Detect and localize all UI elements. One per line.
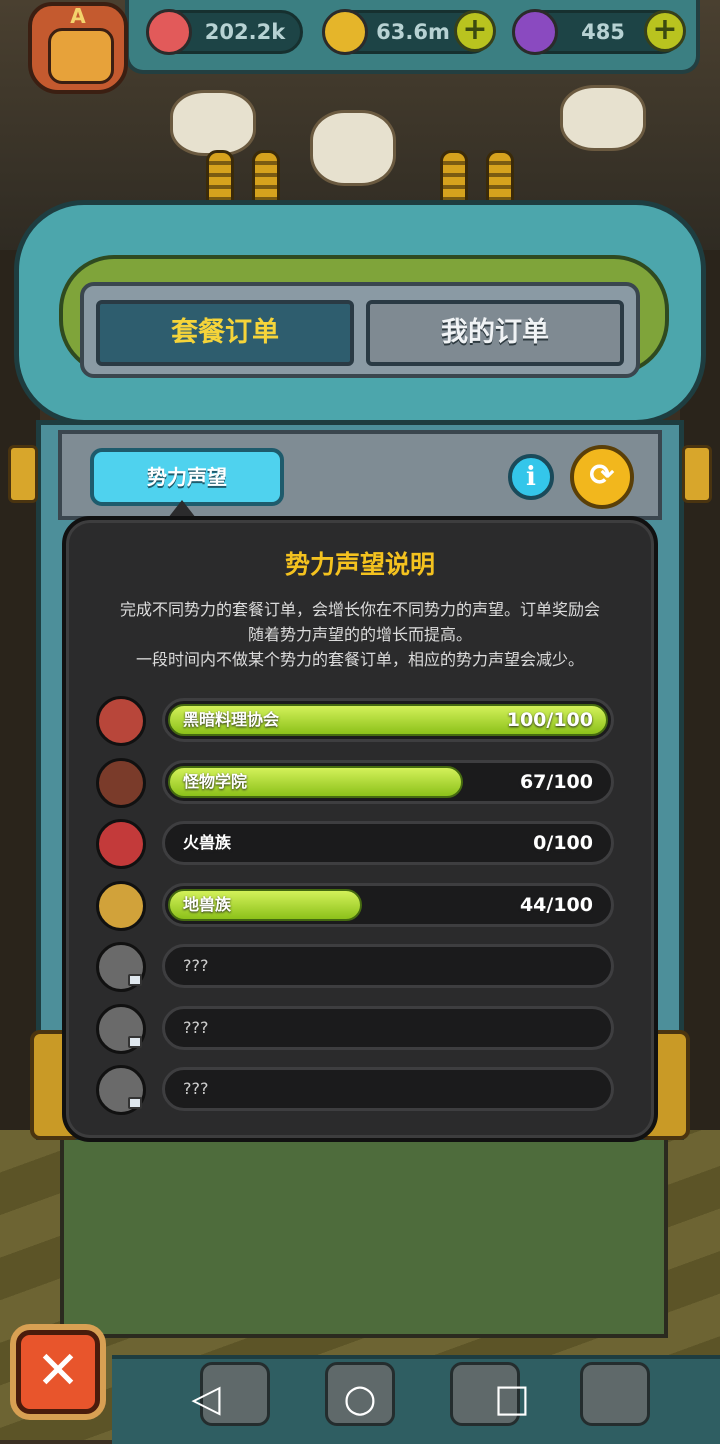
nav-home-icon[interactable]: ○: [332, 1370, 388, 1426]
reputation-bar: 地兽族 44/100: [162, 882, 614, 927]
reputation-bar: 怪物学院 67/100: [162, 759, 614, 804]
add-coin-button[interactable]: +: [454, 10, 496, 52]
panel-clip-left: [8, 445, 38, 503]
faction-name: 怪物学院: [183, 771, 248, 791]
reputation-bar: 黑暗料理协会 100/100: [162, 698, 614, 742]
faction-row: 地兽族 44/100: [96, 880, 620, 931]
reputation-bar: 火兽族 0/100: [162, 821, 614, 865]
tab-my-orders[interactable]: 我的订单: [366, 300, 624, 366]
reputation-tab[interactable]: 势力声望: [90, 448, 284, 506]
close-button[interactable]: ✕: [16, 1330, 100, 1414]
faction-name: 火兽族: [183, 833, 232, 852]
popup-description-line: 一段时间内不做某个势力的套餐订单，相应的势力声望会减少。: [135, 650, 584, 669]
refresh-button[interactable]: ⟳: [570, 445, 634, 509]
reputation-value: 0/100: [533, 832, 593, 854]
reputation-value: 44/100: [519, 893, 593, 916]
eye-currency: 202.2k: [146, 9, 303, 55]
reputation-bar: ???: [162, 944, 614, 988]
reputation-value: 100/100: [506, 709, 593, 731]
info-button[interactable]: i: [508, 454, 554, 500]
popup-description-line: 完成不同势力的套餐订单，会增长你在不同势力的声望。订单奖励会: [119, 600, 600, 619]
eyeball-icon: [146, 9, 192, 55]
eye-currency-value: 202.2k: [204, 20, 286, 44]
faction-name: ???: [183, 956, 209, 975]
add-potion-button[interactable]: +: [644, 10, 686, 52]
potion-icon: [512, 9, 558, 55]
faction-emblem-icon: [96, 880, 146, 931]
tab-set-orders[interactable]: 套餐订单: [96, 300, 354, 366]
reputation-value: 67/100: [519, 770, 593, 793]
faction-emblem-icon: [96, 696, 146, 746]
faction-emblem-icon: [96, 819, 146, 869]
popup-description-line: 随着势力声望的的增长而提高。: [247, 625, 472, 644]
potion-currency: 485 +: [512, 9, 686, 55]
popup-title: 势力声望说明: [284, 550, 435, 579]
reputation-bar: ???: [162, 1005, 614, 1050]
shop-sign-decoration: [560, 85, 646, 151]
coin-currency-value: 63.6m: [376, 20, 450, 44]
currency-bar: 202.2k 63.6m + 485 +: [125, 0, 700, 74]
background-wall: [60, 1130, 668, 1338]
shop-sign-decoration: [310, 110, 396, 186]
faction-row-locked: ???: [96, 1003, 620, 1054]
avatar-rank-letter: A: [70, 4, 86, 28]
coin-currency: 63.6m +: [322, 9, 496, 55]
faction-name: 黑暗料理协会: [183, 710, 280, 729]
player-avatar[interactable]: A: [28, 2, 128, 94]
shop-sign-decoration: [170, 90, 256, 156]
lock-icon: [128, 974, 142, 986]
faction-row: 火兽族 0/100: [96, 819, 620, 869]
coin-icon: [322, 9, 368, 55]
panel-clip-right: [682, 445, 712, 503]
nav-back-icon[interactable]: ◁: [178, 1370, 234, 1426]
faction-row-locked: ???: [96, 942, 620, 992]
faction-row-locked: ???: [96, 1065, 620, 1115]
faction-emblem-icon: [96, 757, 146, 808]
nav-recent-icon[interactable]: □: [484, 1370, 540, 1426]
lock-icon: [128, 1097, 142, 1109]
monster-face-icon: [48, 28, 114, 84]
potion-currency-value: 485: [581, 20, 625, 44]
faction-row: 黑暗料理协会 100/100: [96, 696, 620, 746]
faction-row: 怪物学院 67/100: [96, 757, 620, 808]
grid-menu-icon[interactable]: [580, 1362, 650, 1426]
reputation-bar: ???: [162, 1067, 614, 1111]
faction-name: ???: [183, 1017, 209, 1037]
faction-name: ???: [183, 1079, 209, 1098]
faction-name: 地兽族: [183, 894, 232, 914]
lock-icon: [128, 1035, 142, 1048]
